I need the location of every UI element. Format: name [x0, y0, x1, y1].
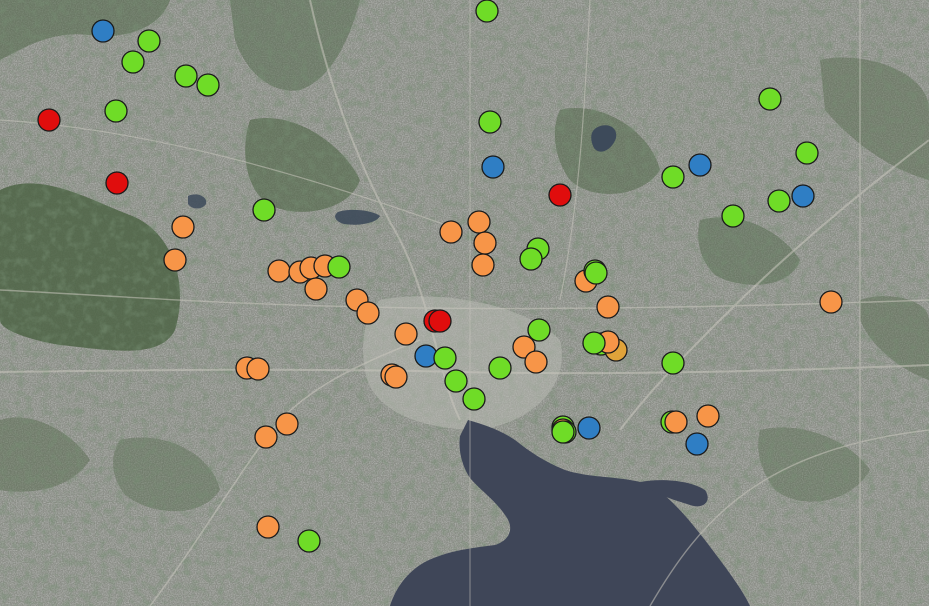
- map-marker-blue[interactable]: [685, 432, 709, 456]
- map-marker-green[interactable]: [137, 29, 161, 53]
- map-marker-green[interactable]: [795, 141, 819, 165]
- map-marker-green[interactable]: [433, 346, 457, 370]
- map-marker-orange[interactable]: [356, 301, 380, 325]
- map-marker-orange[interactable]: [171, 215, 195, 239]
- satellite-basemap: [0, 0, 929, 606]
- map-marker-green[interactable]: [519, 247, 543, 271]
- map-marker-green[interactable]: [174, 64, 198, 88]
- map-marker-orange[interactable]: [819, 290, 843, 314]
- map-marker-green[interactable]: [121, 50, 145, 74]
- map-marker-orange[interactable]: [467, 210, 491, 234]
- map-marker-orange[interactable]: [246, 357, 270, 381]
- map-marker-orange[interactable]: [163, 248, 187, 272]
- map-marker-green[interactable]: [104, 99, 128, 123]
- map-marker-orange[interactable]: [473, 231, 497, 255]
- map-marker-green[interactable]: [475, 0, 499, 23]
- map-marker-orange[interactable]: [596, 295, 620, 319]
- map-marker-orange[interactable]: [254, 425, 278, 449]
- map-marker-red[interactable]: [428, 309, 452, 333]
- map-marker-blue[interactable]: [91, 19, 115, 43]
- map-marker-orange[interactable]: [439, 220, 463, 244]
- map-marker-blue[interactable]: [481, 155, 505, 179]
- map-marker-green[interactable]: [252, 198, 276, 222]
- map-marker-blue[interactable]: [791, 184, 815, 208]
- map-marker-red[interactable]: [548, 183, 572, 207]
- map-marker-green[interactable]: [661, 351, 685, 375]
- map-marker-orange[interactable]: [304, 277, 328, 301]
- map-marker-red[interactable]: [37, 108, 61, 132]
- map-marker-green[interactable]: [584, 261, 608, 285]
- map-marker-orange[interactable]: [524, 350, 548, 374]
- map-marker-green[interactable]: [196, 73, 220, 97]
- map-marker-green[interactable]: [488, 356, 512, 380]
- map-marker-green[interactable]: [444, 369, 468, 393]
- map-marker-green[interactable]: [582, 331, 606, 355]
- satellite-map[interactable]: [0, 0, 929, 606]
- map-marker-green[interactable]: [462, 387, 486, 411]
- map-marker-green[interactable]: [478, 110, 502, 134]
- map-marker-green[interactable]: [551, 420, 575, 444]
- map-marker-green[interactable]: [767, 189, 791, 213]
- map-marker-orange[interactable]: [267, 259, 291, 283]
- map-marker-green[interactable]: [758, 87, 782, 111]
- map-marker-red[interactable]: [105, 171, 129, 195]
- map-marker-green[interactable]: [527, 318, 551, 342]
- map-canvas[interactable]: [0, 0, 929, 606]
- map-marker-orange[interactable]: [664, 410, 688, 434]
- map-marker-orange[interactable]: [471, 253, 495, 277]
- map-marker-blue[interactable]: [577, 416, 601, 440]
- map-marker-orange[interactable]: [275, 412, 299, 436]
- map-marker-orange[interactable]: [696, 404, 720, 428]
- map-marker-blue[interactable]: [688, 153, 712, 177]
- map-marker-orange[interactable]: [256, 515, 280, 539]
- map-marker-green[interactable]: [327, 255, 351, 279]
- map-marker-green[interactable]: [297, 529, 321, 553]
- map-marker-green[interactable]: [721, 204, 745, 228]
- map-marker-green[interactable]: [661, 165, 685, 189]
- map-marker-orange[interactable]: [394, 322, 418, 346]
- map-marker-orange[interactable]: [384, 365, 408, 389]
